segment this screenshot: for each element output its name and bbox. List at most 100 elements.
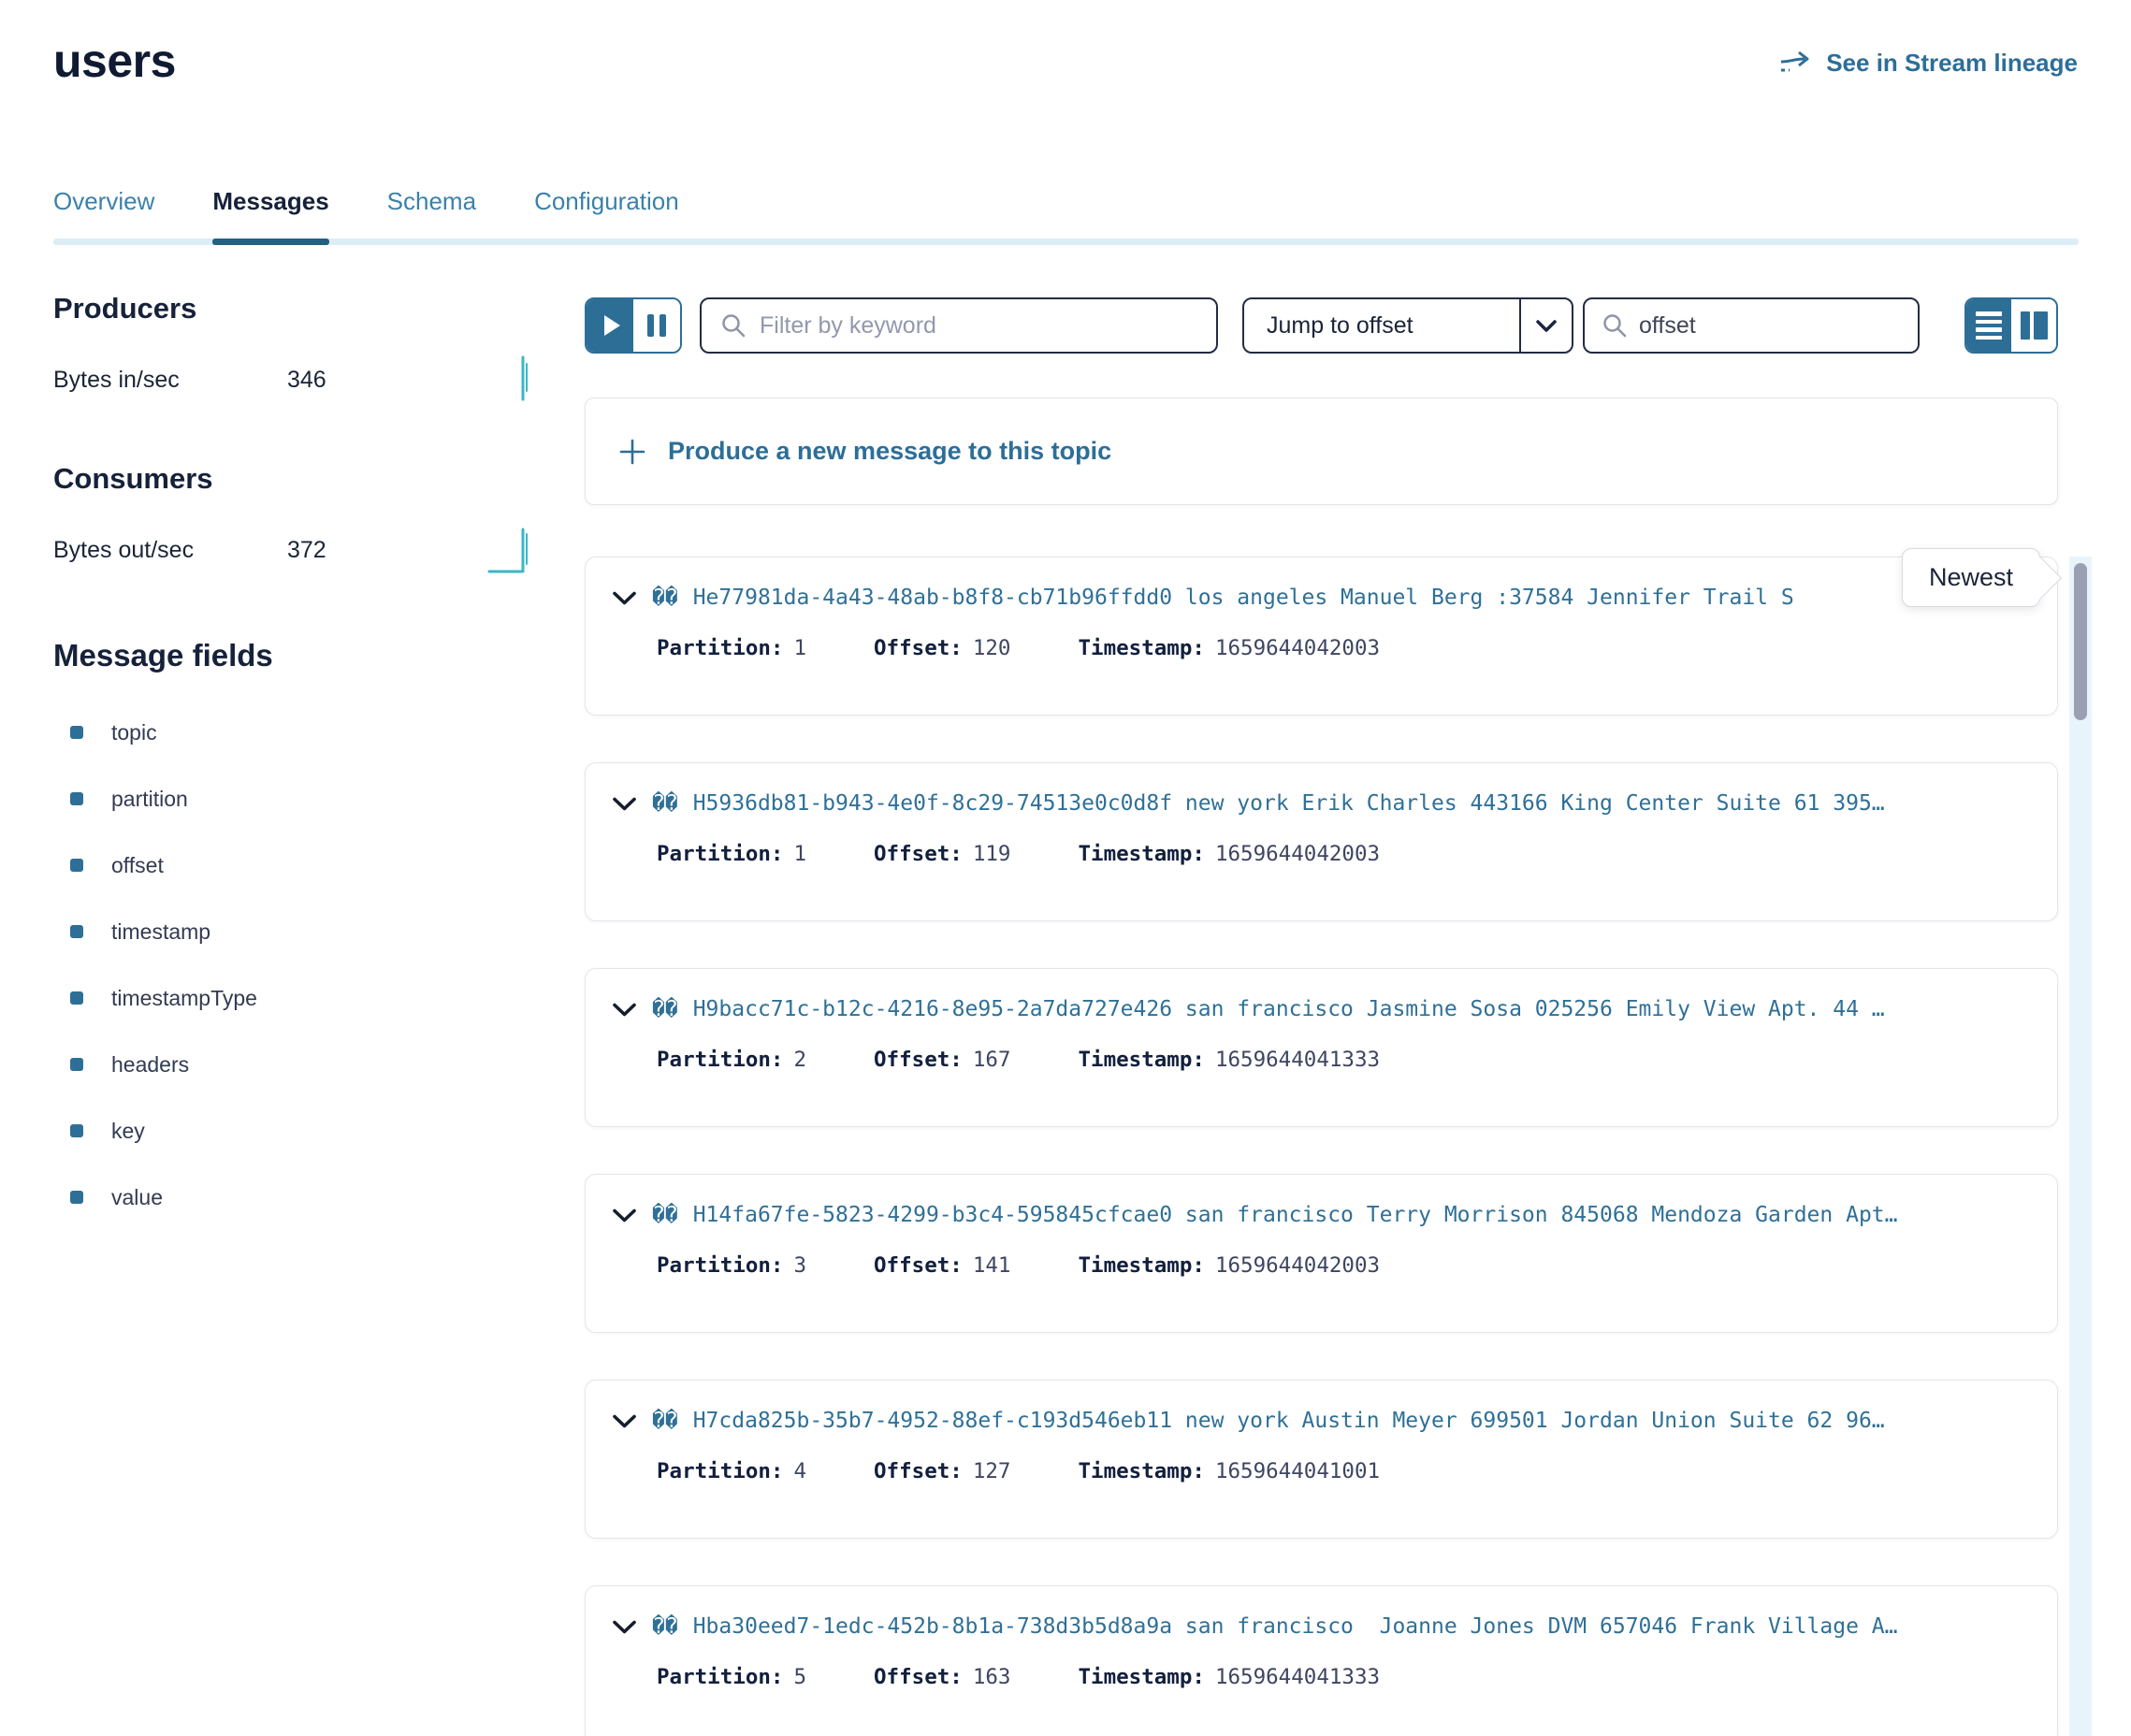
chevron-down-icon[interactable]	[612, 1619, 637, 1635]
partition-label: Partition:	[657, 1253, 783, 1278]
bytes-in-label: Bytes in/sec	[53, 367, 287, 394]
scrollbar-track[interactable]	[2069, 557, 2092, 1736]
field-toggle-partition[interactable]: partition	[70, 785, 532, 813]
offset-value: 163	[973, 1665, 1011, 1689]
offset-label: Offset:	[874, 1048, 963, 1072]
offset-label: Offset:	[874, 636, 963, 660]
message-key-line: �� H14fa67fe-5823-4299-b3c4-595845cfcae0…	[612, 1203, 2029, 1227]
search-icon	[720, 312, 747, 339]
field-toggle-timestamp[interactable]: timestamp	[70, 918, 532, 946]
message-meta: Partition:4 Offset:127 Timestamp:1659644…	[657, 1459, 2029, 1483]
offset-value: 120	[973, 636, 1011, 660]
offset-value: 127	[973, 1459, 1011, 1483]
bytes-out-value: 372	[287, 537, 326, 564]
bytes-in-sparkline	[495, 351, 532, 410]
partition-value: 3	[793, 1253, 806, 1278]
checkbox-icon	[70, 991, 83, 1005]
offset-label: Offset:	[874, 1459, 963, 1483]
partition-label: Partition:	[657, 1048, 783, 1072]
field-toggle-headers[interactable]: headers	[70, 1050, 532, 1078]
consumers-metric-row: Bytes out/sec 372	[53, 524, 532, 576]
field-toggle-offset[interactable]: offset	[70, 851, 532, 879]
checkbox-icon	[70, 1058, 83, 1071]
chevron-down-icon[interactable]	[612, 590, 637, 606]
tab-overview[interactable]: Overview	[53, 187, 154, 245]
message-meta: Partition:2 Offset:167 Timestamp:1659644…	[657, 1048, 2029, 1072]
checkbox-icon	[70, 726, 83, 739]
message-key: H7cda825b-35b7-4952-88ef-c193d546eb11 ne…	[693, 1409, 1885, 1433]
bytes-out-sparkline	[487, 521, 532, 580]
bytes-out-label: Bytes out/sec	[53, 537, 287, 564]
message-fields-heading: Message fields	[53, 638, 532, 673]
column-view-button[interactable]	[2011, 299, 2056, 352]
message-meta: Partition:1 Offset:120 Timestamp:1659644…	[657, 636, 2029, 660]
bytes-in-value: 346	[287, 367, 326, 394]
field-toggle-topic[interactable]: topic	[70, 718, 532, 746]
unknown-glyph-badge: ��	[652, 997, 678, 1021]
message-fields-list: topic partition offset timestamp timesta…	[53, 718, 532, 1211]
unknown-glyph-badge: ��	[652, 586, 678, 610]
unknown-glyph-badge: ��	[652, 1203, 678, 1227]
checkbox-icon	[70, 1191, 83, 1204]
message-row[interactable]: �� He77981da-4a43-48ab-b8f8-cb71b96ffdd0…	[585, 557, 2058, 716]
partition-value: 1	[793, 636, 806, 660]
topic-messages-page: users See in Stream lineage Overview Mes…	[0, 0, 2131, 1736]
message-row[interactable]: �� H14fa67fe-5823-4299-b3c4-595845cfcae0…	[585, 1174, 2058, 1333]
timestamp-value: 1659644042003	[1215, 842, 1380, 866]
consumers-heading: Consumers	[53, 462, 532, 496]
producers-metric-row: Bytes in/sec 346	[53, 354, 532, 406]
offset-search-field	[1583, 297, 1920, 354]
list-view-button[interactable]	[1966, 299, 2011, 352]
checkbox-icon	[70, 925, 83, 938]
timestamp-value: 1659644041333	[1215, 1665, 1380, 1689]
chevron-down-icon	[1519, 299, 1572, 352]
messages-toolbar: Jump to offset	[585, 297, 2058, 354]
play-button[interactable]	[587, 299, 633, 352]
tab-bar: Overview Messages Schema Configuration	[53, 187, 2079, 245]
timestamp-value: 1659644041001	[1215, 1459, 1380, 1483]
scrollbar-thumb[interactable]	[2074, 563, 2087, 720]
partition-label: Partition:	[657, 1665, 783, 1689]
field-toggle-timestampType[interactable]: timestampType	[70, 984, 532, 1012]
chevron-down-icon[interactable]	[612, 1208, 637, 1223]
message-meta: Partition:3 Offset:141 Timestamp:1659644…	[657, 1253, 2029, 1278]
tab-messages[interactable]: Messages	[212, 187, 328, 245]
chevron-down-icon[interactable]	[612, 796, 637, 812]
column-view-icon	[2021, 311, 2048, 340]
produce-message-label: Produce a new message to this topic	[668, 437, 1111, 466]
checkbox-icon	[70, 1124, 83, 1137]
view-toggle-group	[1964, 297, 2058, 354]
message-row[interactable]: �� H9bacc71c-b12c-4216-8e95-2a7da727e426…	[585, 968, 2058, 1127]
timestamp-value: 1659644042003	[1215, 636, 1380, 660]
keyword-filter-input[interactable]	[760, 312, 1197, 340]
message-key: H5936db81-b943-4e0f-8c29-74513e0c0d8f ne…	[693, 791, 1885, 816]
pause-button[interactable]	[633, 299, 680, 352]
page-title: users	[53, 34, 176, 88]
offset-search-input[interactable]	[1639, 312, 1901, 340]
chevron-down-icon[interactable]	[612, 1002, 637, 1018]
partition-value: 4	[793, 1459, 806, 1483]
message-meta: Partition:5 Offset:163 Timestamp:1659644…	[657, 1665, 2029, 1689]
message-row[interactable]: �� H7cda825b-35b7-4952-88ef-c193d546eb11…	[585, 1380, 2058, 1539]
field-toggle-value[interactable]: value	[70, 1183, 532, 1211]
unknown-glyph-badge: ��	[652, 1614, 678, 1639]
chevron-down-icon[interactable]	[612, 1413, 637, 1429]
timestamp-label: Timestamp:	[1078, 842, 1204, 866]
field-toggle-key[interactable]: key	[70, 1117, 532, 1145]
timestamp-value: 1659644041333	[1215, 1048, 1380, 1072]
offset-label: Offset:	[874, 1253, 963, 1278]
jump-to-offset-select[interactable]: Jump to offset	[1242, 297, 1573, 354]
tab-underline	[53, 239, 2079, 245]
tab-schema[interactable]: Schema	[387, 187, 476, 245]
producers-heading: Producers	[53, 292, 532, 326]
offset-label: Offset:	[874, 1665, 963, 1689]
stream-lineage-link[interactable]: See in Stream lineage	[1778, 49, 2078, 78]
jump-select-value: Jump to offset	[1244, 299, 1519, 352]
message-meta: Partition:1 Offset:119 Timestamp:1659644…	[657, 842, 2029, 866]
offset-value: 141	[973, 1253, 1011, 1278]
tab-configuration[interactable]: Configuration	[534, 187, 679, 245]
message-row[interactable]: �� H5936db81-b943-4e0f-8c29-74513e0c0d8f…	[585, 762, 2058, 921]
message-row[interactable]: �� Hba30eed7-1edc-452b-8b1a-738d3b5d8a9a…	[585, 1585, 2058, 1736]
offset-label: Offset:	[874, 842, 963, 866]
produce-message-button[interactable]: Produce a new message to this topic	[585, 398, 2058, 505]
